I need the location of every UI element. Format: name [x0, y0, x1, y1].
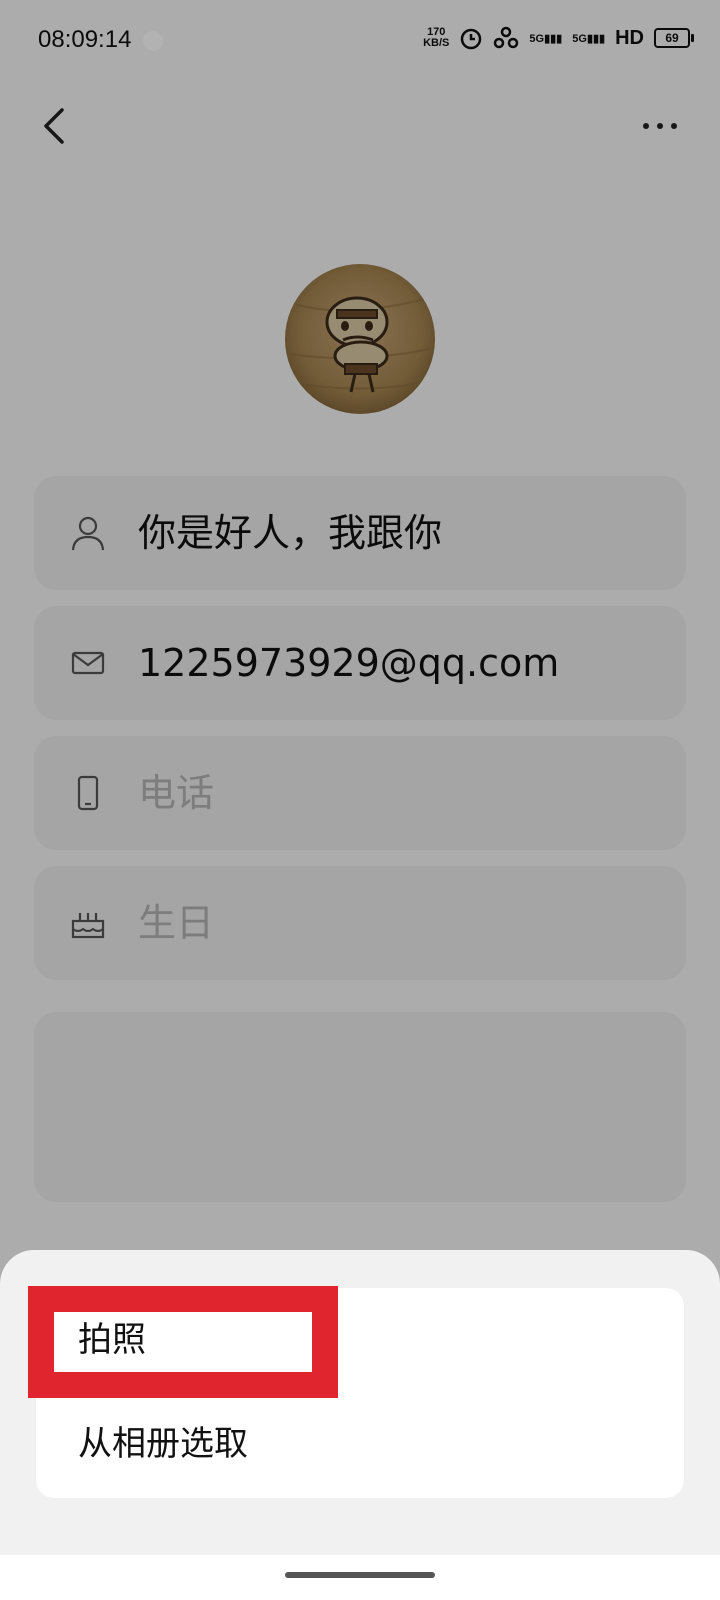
photo-source-options: 拍照 从相册选取 [36, 1288, 684, 1498]
take-photo-label: 拍照 [78, 1320, 146, 1360]
home-indicator[interactable] [285, 1572, 435, 1578]
photo-source-sheet: 拍照 从相册选取 [0, 1250, 720, 1600]
take-photo-option[interactable]: 拍照 [36, 1288, 684, 1392]
choose-from-album-option[interactable]: 从相册选取 [36, 1392, 684, 1496]
choose-from-album-label: 从相册选取 [78, 1424, 248, 1464]
